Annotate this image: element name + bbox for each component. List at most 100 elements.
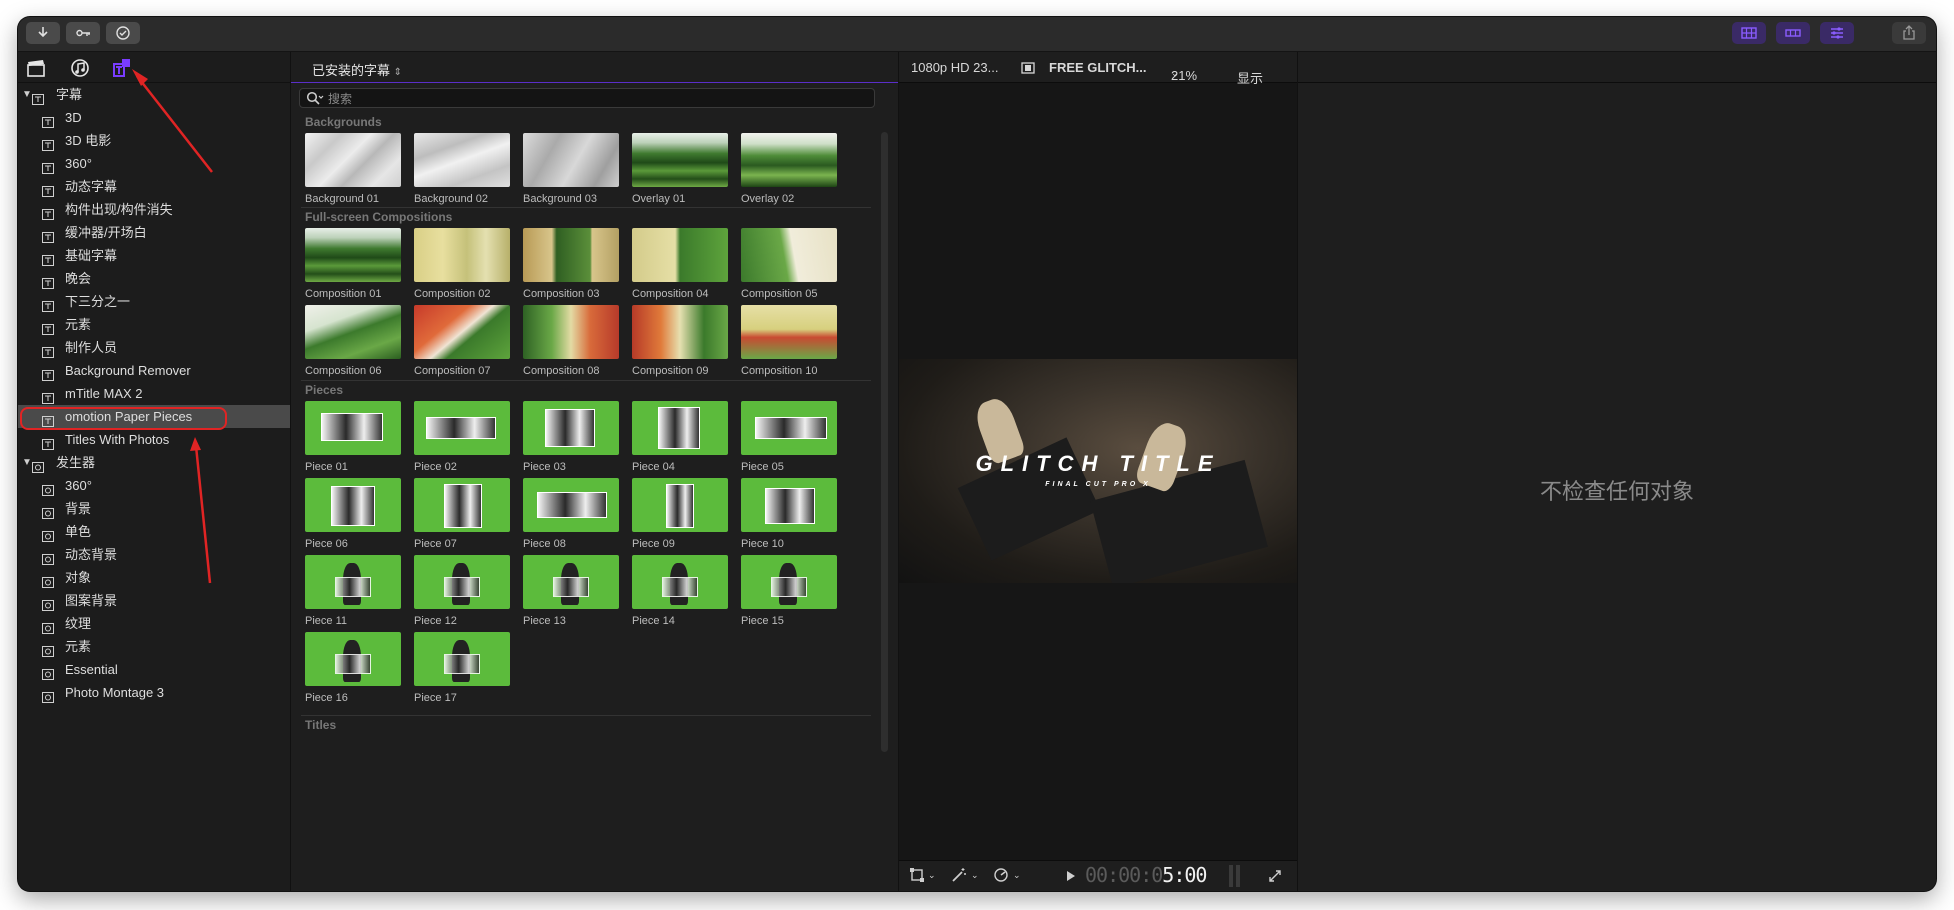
clip-name: Background 02	[414, 193, 488, 205]
browser-clip[interactable]: Composition 02	[414, 228, 510, 300]
sidebar-group-1[interactable]: ▼ 发生器	[18, 451, 290, 474]
browser-clip[interactable]: Composition 03	[523, 228, 619, 300]
sidebar-item-label: 单色	[65, 524, 92, 539]
clip-name: Composition 03	[523, 288, 600, 300]
browser-clip[interactable]: Composition 08	[523, 305, 619, 377]
sidebar-item[interactable]: 晚会	[18, 267, 290, 290]
generator-icon	[42, 687, 54, 703]
sidebar-item[interactable]: mTitle MAX 2	[18, 382, 290, 405]
sidebar-item[interactable]: 360°	[18, 474, 290, 497]
sidebar-item[interactable]: Background Remover	[18, 359, 290, 382]
magic-wand-icon[interactable]	[951, 867, 967, 883]
timecode-display[interactable]: 00:00:05:00	[1085, 863, 1207, 887]
sidebar-item[interactable]: Titles With Photos	[18, 428, 290, 451]
timeline-layout-button[interactable]	[1776, 22, 1810, 44]
import-button[interactable]	[26, 22, 60, 44]
disclosure-triangle-icon[interactable]: ▼	[22, 83, 32, 106]
sidebar-item[interactable]: 缓冲器/开场白	[18, 221, 290, 244]
transform-icon[interactable]	[909, 867, 925, 883]
sidebar-item-label: 3D	[65, 110, 82, 125]
browser-clip[interactable]: Piece 05	[741, 401, 837, 473]
sidebar-item[interactable]: 纹理	[18, 612, 290, 635]
browser-clip[interactable]: Composition 10	[741, 305, 837, 377]
sidebar-item[interactable]: 3D 电影	[18, 129, 290, 152]
clip-name: Piece 09	[632, 538, 675, 550]
browser-clip[interactable]: Piece 02	[414, 401, 510, 473]
music-icon[interactable]	[70, 58, 90, 78]
titles-generators-icon[interactable]	[112, 58, 132, 78]
background-tasks-button[interactable]	[106, 22, 140, 44]
browser-clip[interactable]: Piece 09	[632, 478, 728, 550]
browser-clip[interactable]: Piece 03	[523, 401, 619, 473]
browser-clip[interactable]: Piece 04	[632, 401, 728, 473]
clip-thumbnail	[523, 305, 619, 359]
browser-clip[interactable]: Background 03	[523, 133, 619, 205]
sidebar-item[interactable]: 图案背景	[18, 589, 290, 612]
browser-clip[interactable]: Piece 15	[741, 555, 837, 627]
browser-clip[interactable]: Composition 06	[305, 305, 401, 377]
sidebar-item[interactable]: 单色	[18, 520, 290, 543]
sidebar-item[interactable]: omotion Paper Pieces	[18, 405, 290, 430]
sidebar-item[interactable]: 制作人员	[18, 336, 290, 359]
clip-thumbnail	[632, 555, 728, 609]
clip-name: Piece 10	[741, 538, 784, 550]
clip-name: Piece 03	[523, 461, 566, 473]
browser-layout-button[interactable]	[1732, 22, 1766, 44]
browser-clip[interactable]: Piece 16	[305, 632, 401, 704]
browser-clip[interactable]: Composition 09	[632, 305, 728, 377]
sidebar-item-label: 纹理	[65, 616, 92, 631]
sidebar-item[interactable]: 背景	[18, 497, 290, 520]
disclosure-triangle-icon[interactable]: ▼	[22, 451, 32, 474]
sidebar-item[interactable]: 构件出现/构件消失	[18, 198, 290, 221]
clapper-icon[interactable]	[26, 58, 46, 78]
sidebar-item-label: 图案背景	[65, 593, 118, 608]
chevron-down-icon[interactable]: ⌄	[928, 870, 936, 881]
sidebar-item[interactable]: 元素	[18, 635, 290, 658]
clip-name: Composition 06	[305, 365, 382, 377]
browser-clip[interactable]: Composition 07	[414, 305, 510, 377]
sidebar-item[interactable]: 基础字幕	[18, 244, 290, 267]
browser-scrollbar[interactable]	[881, 132, 888, 752]
sidebar-item[interactable]: 3D	[18, 106, 290, 129]
inspector-button[interactable]	[1820, 22, 1854, 44]
browser-clip[interactable]: Piece 01	[305, 401, 401, 473]
browser-clip[interactable]: Background 01	[305, 133, 401, 205]
share-button[interactable]	[1892, 22, 1926, 44]
browser-clip[interactable]: Piece 06	[305, 478, 401, 550]
browser-clip[interactable]: Piece 14	[632, 555, 728, 627]
browser-clip[interactable]: Piece 11	[305, 555, 401, 627]
browser-clip[interactable]: Overlay 01	[632, 133, 728, 205]
browser-clip[interactable]: Composition 01	[305, 228, 401, 300]
sidebar-item[interactable]: 元素	[18, 313, 290, 336]
browser-clip[interactable]: Overlay 02	[741, 133, 837, 205]
sidebar-group-0[interactable]: ▼ 字幕	[18, 83, 290, 106]
browser-clip[interactable]: Background 02	[414, 133, 510, 205]
play-icon[interactable]	[1066, 870, 1076, 882]
chevron-down-icon[interactable]: ⌄	[971, 870, 979, 881]
sidebar-item[interactable]: 动态背景	[18, 543, 290, 566]
browser-title[interactable]: 已安装的字幕 ⇕	[312, 60, 402, 79]
title-icon	[42, 135, 54, 151]
sidebar-item-label: 3D 电影	[65, 133, 112, 148]
retime-icon[interactable]	[993, 867, 1009, 883]
fullscreen-icon[interactable]	[1268, 869, 1282, 883]
browser-clip[interactable]: Composition 04	[632, 228, 728, 300]
keywords-button[interactable]	[66, 22, 100, 44]
chevron-down-icon[interactable]: ⌄	[1013, 870, 1021, 881]
sidebar-item[interactable]: 对象	[18, 566, 290, 589]
sidebar-item[interactable]: Essential	[18, 658, 290, 681]
browser-clip[interactable]: Composition 05	[741, 228, 837, 300]
browser-clip[interactable]: Piece 17	[414, 632, 510, 704]
sidebar-item[interactable]: Photo Montage 3	[18, 681, 290, 704]
browser-clip[interactable]: Piece 10	[741, 478, 837, 550]
sidebar-item[interactable]: 下三分之一	[18, 290, 290, 313]
browser-clip[interactable]: Piece 12	[414, 555, 510, 627]
browser-clip[interactable]: Piece 13	[523, 555, 619, 627]
generator-folder-icon	[32, 457, 44, 473]
sidebar-item[interactable]: 动态字幕	[18, 175, 290, 198]
sidebar-item[interactable]: 360°	[18, 152, 290, 175]
browser-clip[interactable]: Piece 08	[523, 478, 619, 550]
browser-clip[interactable]: Piece 07	[414, 478, 510, 550]
clip-thumbnail	[523, 133, 619, 187]
search-field[interactable]: 搜索	[299, 88, 875, 108]
